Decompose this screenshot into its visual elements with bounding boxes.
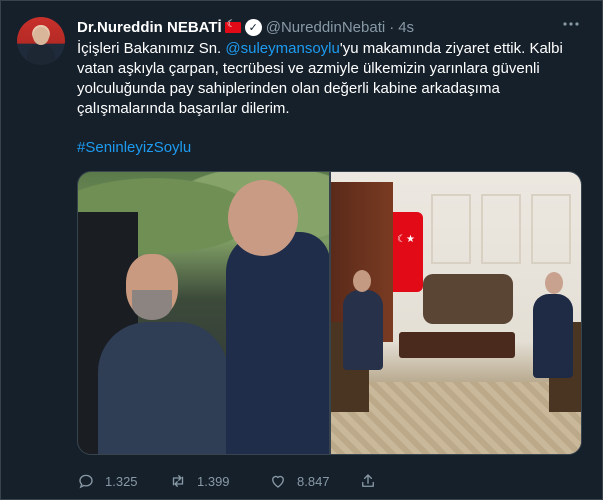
like-button[interactable]: 8.847: [269, 472, 359, 490]
reply-icon: [79, 474, 93, 489]
more-icon[interactable]: [562, 15, 580, 38]
person-left-beard: [132, 290, 172, 320]
avatar-body: [27, 45, 55, 65]
wall-panel: [431, 194, 471, 264]
tweet-header: Dr.Nureddin NEBATİ ✓ @NureddinNebati · 4…: [77, 17, 562, 37]
tweet-text-before: İçişleri Bakanımız Sn.: [77, 40, 226, 57]
person-seated-right: [533, 294, 573, 378]
retweet-button[interactable]: 1.399: [169, 472, 269, 490]
turkey-flag-icon: [224, 19, 241, 33]
reply-button[interactable]: 1.325: [77, 472, 169, 490]
media-grid: [77, 171, 582, 455]
heart-icon: [272, 475, 284, 488]
author-handle[interactable]: @NureddinNebati: [266, 19, 385, 36]
action-bar: 1.325 1.399 8.847: [77, 471, 582, 491]
photo-handshake[interactable]: [78, 172, 329, 454]
verified-icon: ✓: [244, 18, 262, 36]
person-seated-right-head: [545, 272, 563, 294]
retweet-icon: [172, 475, 184, 487]
photo-office[interactable]: [331, 172, 581, 454]
coffee-table: [399, 332, 515, 358]
share-button[interactable]: [359, 472, 389, 490]
author-name[interactable]: Dr.Nureddin NEBATİ: [77, 19, 222, 36]
retweet-count: 1.399: [197, 473, 230, 489]
tweet-text: İçişleri Bakanımız Sn. @suleymansoylu'yu…: [77, 39, 577, 119]
turkish-flag: [393, 212, 423, 292]
like-count: 8.847: [297, 473, 330, 489]
mention-link[interactable]: @suleymansoylu: [225, 40, 339, 57]
sofa: [423, 274, 513, 324]
hashtag-link[interactable]: #SeninleyizSoylu: [77, 139, 191, 156]
person-seated-left: [343, 290, 383, 370]
avatar-head: [33, 27, 49, 45]
wall-panel: [531, 194, 571, 264]
avatar[interactable]: [17, 17, 65, 65]
wall-panel: [481, 194, 521, 264]
share-icon: [362, 474, 374, 487]
person-right-head: [228, 180, 298, 256]
tweet-card[interactable]: Dr.Nureddin NEBATİ ✓ @NureddinNebati · 4…: [0, 0, 603, 500]
reply-count: 1.325: [105, 473, 138, 489]
tweet-time[interactable]: 4s: [398, 19, 414, 36]
separator-dot: ·: [389, 18, 395, 36]
person-left-body: [98, 322, 228, 454]
person-seated-left-head: [353, 270, 371, 292]
person-right-body: [226, 232, 329, 454]
